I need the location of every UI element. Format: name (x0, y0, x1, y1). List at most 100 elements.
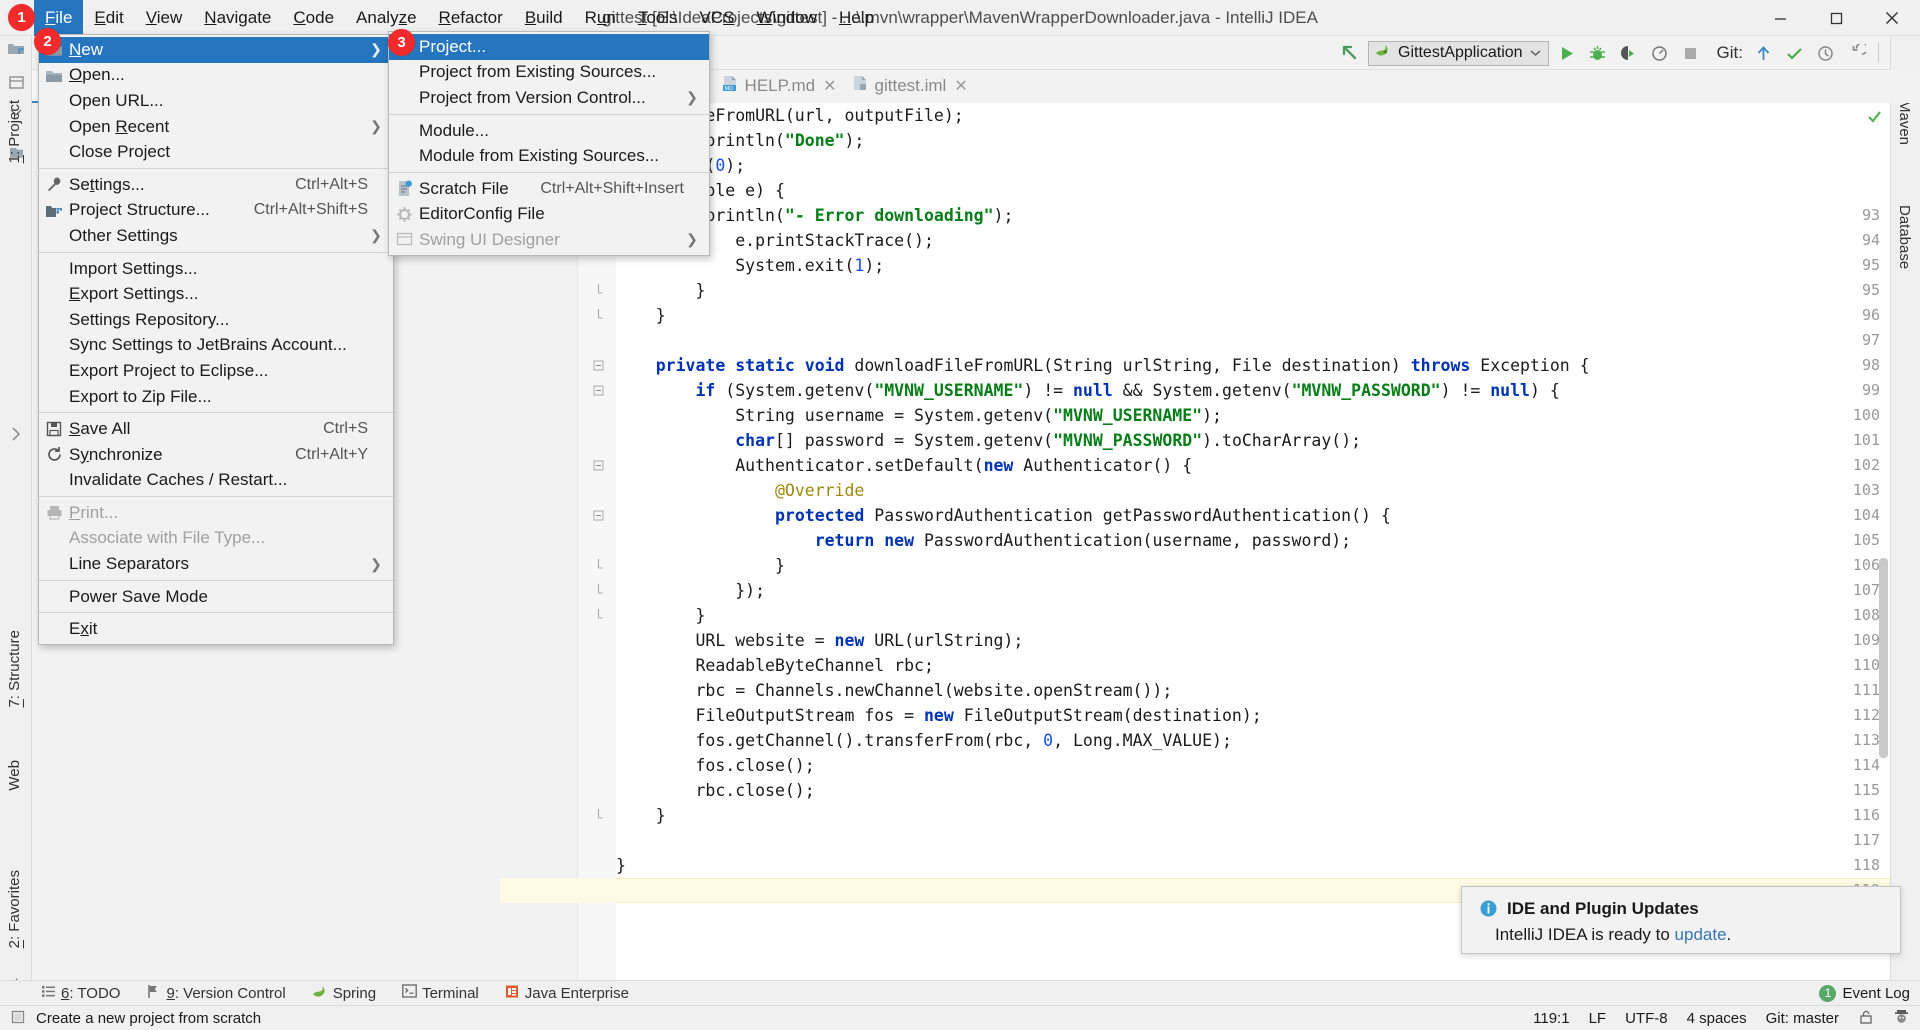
file-menu-popup[interactable]: New ❯ Open... Open URL... Open Recent ❯ Close … (38, 34, 394, 646)
code-line[interactable]: URL website = new URL(urlString); (616, 628, 1890, 653)
menu-item-synchronize[interactable]: Synchronize Ctrl+Alt+Y (39, 442, 393, 468)
editor-scrollbar-thumb[interactable] (1879, 558, 1888, 758)
tool-window-web[interactable]: Web (6, 756, 23, 795)
code-line[interactable]: fos.close(); (616, 753, 1890, 778)
code-line[interactable] (616, 828, 1890, 853)
code-line[interactable]: stem.exit(0); (616, 153, 1890, 178)
fold-end-icon[interactable] (592, 803, 604, 828)
menu-item-power-save-mode[interactable]: Power Save Mode (39, 584, 393, 610)
close-tab-icon[interactable]: ✕ (952, 76, 967, 96)
git-revert-icon[interactable] (1843, 40, 1869, 66)
menu-item-open[interactable]: Open... (39, 63, 393, 89)
menu-item-save-all[interactable]: Save All Ctrl+S (39, 416, 393, 442)
tool-window-maven[interactable]: Maven (1896, 96, 1913, 149)
run-configuration-selector[interactable]: GittestApplication (1368, 40, 1549, 66)
editor-tab[interactable]: gittest.iml ✕ (844, 70, 975, 103)
menu-item-scratch-file[interactable]: Scratch File Ctrl+Alt+Shift+Insert (389, 176, 709, 202)
stop-icon[interactable] (1678, 40, 1704, 66)
code-line[interactable]: char[] password = System.getenv("MVNW_PA… (616, 428, 1890, 453)
code-line[interactable]: System.exit(1); (616, 253, 1890, 278)
file-encoding[interactable]: UTF-8 (1625, 1010, 1668, 1027)
menu-item-line-separators[interactable]: Line Separators ❯ (39, 551, 393, 577)
code-line[interactable]: e.printStackTrace(); (616, 228, 1890, 253)
run-coverage-icon[interactable] (1616, 40, 1642, 66)
minimize-button[interactable] (1752, 0, 1808, 36)
debug-icon[interactable] (1585, 40, 1611, 66)
expand-right-icon[interactable] (0, 426, 32, 442)
caret-position[interactable]: 119:1 (1533, 1010, 1569, 1027)
code-line[interactable]: rbc = Channels.newChannel(website.openSt… (616, 678, 1890, 703)
tool-window-version-control[interactable]: 9: Version Control (133, 981, 298, 1006)
code-line[interactable] (616, 328, 1890, 353)
code-line[interactable]: stem.out.println("Done"); (616, 128, 1890, 153)
code-line[interactable]: String username = System.getenv("MVNW_US… (616, 403, 1890, 428)
code-line[interactable]: } (616, 803, 1890, 828)
menu-item-export-to-zip-file[interactable]: Export to Zip File... (39, 384, 393, 410)
menu-bar-item-code[interactable]: Code (282, 0, 345, 36)
menu-item-open-recent[interactable]: Open Recent ❯ (39, 114, 393, 140)
tool-window-spring[interactable]: Spring (299, 981, 389, 1006)
inspector-icon[interactable] (1893, 1008, 1910, 1029)
run-icon[interactable] (1554, 40, 1580, 66)
menu-item-import-settings[interactable]: Import Settings... (39, 256, 393, 282)
tool-window-java-enterprise[interactable]: Java Enterprise (492, 981, 642, 1006)
code-line[interactable]: } (616, 303, 1890, 328)
code-line[interactable]: fos.getChannel().transferFrom(rbc, 0, Lo… (616, 728, 1890, 753)
line-separator[interactable]: LF (1589, 1010, 1607, 1027)
code-line[interactable]: return new PasswordAuthentication(userna… (616, 528, 1890, 553)
menu-bar-item-edit[interactable]: Edit (83, 0, 134, 36)
menu-item-other-settings[interactable]: Other Settings ❯ (39, 223, 393, 249)
code-line[interactable]: protected PasswordAuthentication getPass… (616, 503, 1890, 528)
menu-item-export-settings[interactable]: Export Settings... (39, 281, 393, 307)
notification-balloon[interactable]: IDE and Plugin Updates IntelliJ IDEA is … (1461, 886, 1901, 954)
code-line[interactable]: private static void downloadFileFromURL(… (616, 353, 1890, 378)
menu-item-sync-settings-to-jetbrains-account[interactable]: Sync Settings to JetBrains Account... (39, 333, 393, 359)
menu-item-open-url[interactable]: Open URL... (39, 88, 393, 114)
back-arrow-icon[interactable] (1337, 40, 1363, 66)
fold-start-icon[interactable] (592, 378, 604, 403)
menu-item-invalidate-caches-restart[interactable]: Invalidate Caches / Restart... (39, 468, 393, 494)
menu-item-project-structure[interactable]: Project Structure... Ctrl+Alt+Shift+S (39, 198, 393, 224)
menu-item-settings-repository[interactable]: Settings Repository... (39, 307, 393, 333)
code-line[interactable]: @Override (616, 478, 1890, 503)
code-line[interactable]: } (616, 278, 1890, 303)
fold-start-icon[interactable] (592, 453, 604, 478)
code-line[interactable]: h (Throwable e) { (616, 178, 1890, 203)
git-commit-icon[interactable] (1781, 40, 1807, 66)
code-line[interactable]: rbc.close(); (616, 778, 1890, 803)
tool-window-terminal[interactable]: Terminal (389, 981, 492, 1006)
tool-window-project[interactable]: 1: Project (6, 96, 23, 167)
menu-item-project-from-existing-sources[interactable]: Project from Existing Sources... (389, 60, 709, 86)
code-line[interactable]: } (616, 603, 1890, 628)
code-line[interactable]: } (616, 553, 1890, 578)
unlocked-icon[interactable] (1858, 1009, 1874, 1029)
git-branch[interactable]: Git: master (1766, 1010, 1839, 1027)
menu-bar-item-view[interactable]: View (135, 0, 194, 36)
event-log-group[interactable]: 1 Event Log (1819, 984, 1910, 1002)
menu-bar-item-window[interactable]: Window (746, 0, 828, 36)
menu-item-project[interactable]: Project... (389, 34, 709, 60)
code-line[interactable]: Authenticator.setDefault(new Authenticat… (616, 453, 1890, 478)
close-tab-icon[interactable]: ✕ (821, 76, 836, 96)
menu-item-export-project-to-eclipse[interactable]: Export Project to Eclipse... (39, 358, 393, 384)
code-line[interactable]: ReadableByteChannel rbc; (616, 653, 1890, 678)
fold-end-icon[interactable] (592, 603, 604, 628)
menu-item-module[interactable]: Module... (389, 118, 709, 144)
menu-item-module-from-existing-sources[interactable]: Module from Existing Sources... (389, 143, 709, 169)
editor-tab[interactable]: MD HELP.md ✕ (714, 70, 844, 103)
indent-setting[interactable]: 4 spaces (1687, 1010, 1747, 1027)
git-update-icon[interactable] (1750, 40, 1776, 66)
fold-end-icon[interactable] (592, 278, 604, 303)
tool-window-todo[interactable]: 6: TODO (28, 981, 133, 1006)
code-line[interactable]: stem.out.println("- Error downloading"); (616, 203, 1890, 228)
code-line[interactable]: FileOutputStream fos = new FileOutputStr… (616, 703, 1890, 728)
menu-bar-item-navigate[interactable]: Navigate (193, 0, 282, 36)
menu-bar-item-help[interactable]: Help (828, 0, 885, 36)
fold-end-icon[interactable] (592, 578, 604, 603)
tool-window-structure[interactable]: 7: Structure (6, 626, 23, 712)
code-line[interactable]: }); (616, 578, 1890, 603)
notification-update-link[interactable]: update (1675, 925, 1727, 944)
menu-item-editorconfig-file[interactable]: EditorConfig File (389, 202, 709, 228)
inspection-ok-icon[interactable] (1867, 109, 1882, 129)
fold-end-icon[interactable] (592, 553, 604, 578)
